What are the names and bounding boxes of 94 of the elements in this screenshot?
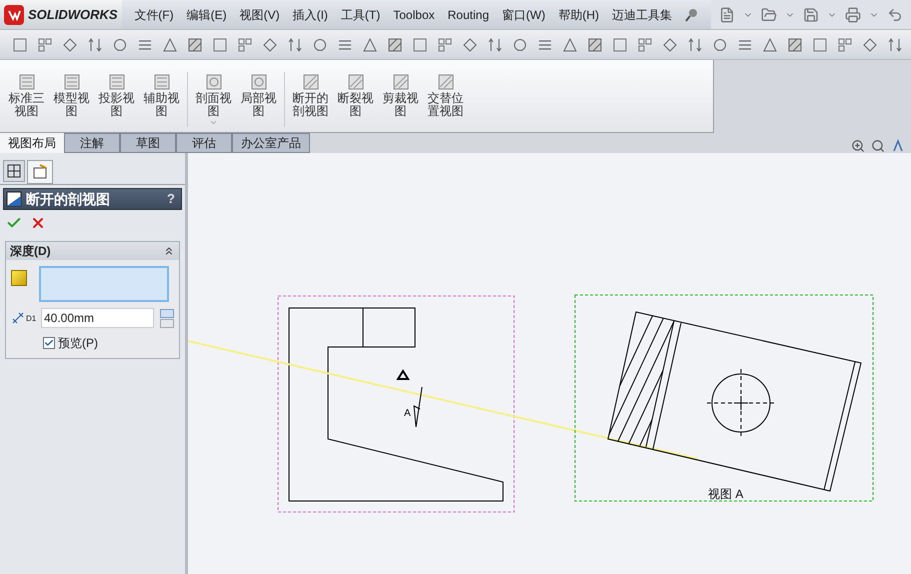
property-tab[interactable]	[27, 160, 53, 184]
command-button[interactable]: 断裂视图	[333, 72, 378, 118]
cube-icon	[11, 270, 27, 286]
menu-item[interactable]: 插入(I)	[292, 6, 328, 24]
logo-text: SOLIDWORKS	[28, 6, 118, 24]
menu-item[interactable]: 文件(F)	[134, 6, 174, 24]
view-icon	[204, 72, 224, 92]
section-marker-icon	[396, 369, 410, 380]
view-icon	[436, 72, 456, 92]
toolbar-icon[interactable]	[562, 36, 578, 52]
toolbar-icon[interactable]	[237, 36, 253, 52]
menu-item[interactable]: Routing	[448, 6, 489, 24]
command-button[interactable]: 断开的剖视图	[288, 72, 333, 118]
menu-item[interactable]: 工具(T)	[340, 6, 380, 24]
printer-icon[interactable]	[845, 6, 861, 22]
toolbar-icon[interactable]	[662, 36, 678, 52]
toolbar-icon[interactable]	[262, 36, 278, 52]
tab[interactable]: 注解	[64, 133, 120, 153]
view-icon	[106, 72, 126, 92]
tree-icon	[7, 164, 21, 178]
feature-tree-tab[interactable]	[3, 160, 25, 182]
toolbar-icon[interactable]	[212, 36, 228, 52]
menu-item[interactable]: 迈迪工具集	[612, 6, 672, 24]
menu-item[interactable]: 视图(V)	[240, 6, 280, 24]
toolbar-icon[interactable]	[862, 36, 878, 52]
command-button[interactable]: 辅助视图	[139, 72, 184, 118]
help-button[interactable]: ?	[167, 189, 179, 209]
toolbar-icon[interactable]	[687, 36, 703, 52]
group-header[interactable]: 深度(D)	[6, 242, 179, 260]
toolbar-icon[interactable]	[637, 36, 653, 52]
toolbar-icon[interactable]	[462, 36, 478, 52]
menu-item[interactable]: 窗口(W)	[502, 6, 546, 24]
view-icon	[346, 72, 366, 92]
view-icon	[16, 72, 36, 92]
command-button[interactable]: 模型视图	[49, 72, 94, 118]
preview-checkbox[interactable]	[43, 337, 55, 349]
toolbar-icon[interactable]	[712, 36, 728, 52]
view-icon	[62, 72, 82, 92]
group-title: 深度(D)	[10, 243, 51, 260]
zoom-in-icon[interactable]	[851, 139, 865, 153]
checkbox-label: 预览(P)	[58, 335, 98, 352]
command-button[interactable]: 投影视图	[94, 72, 139, 118]
toolbar-icon[interactable]	[12, 36, 28, 52]
toolbar-icon[interactable]	[612, 36, 628, 52]
toolbar-icon[interactable]	[37, 36, 53, 52]
tab[interactable]: 办公室产品	[232, 133, 310, 153]
section-view-icon	[6, 191, 22, 207]
view-label: 视图 A	[708, 487, 744, 501]
menu-item[interactable]: 帮助(H)	[558, 6, 599, 24]
view-icon	[152, 72, 172, 92]
command-button[interactable]: 剪裁视图	[378, 72, 423, 118]
view-icon	[300, 72, 320, 92]
view-icon	[390, 72, 410, 92]
toolbar-icon[interactable]	[87, 36, 103, 52]
toolbar-icon[interactable]	[587, 36, 603, 52]
toolbar-icon[interactable]	[762, 36, 778, 52]
toolbar-icon[interactable]	[112, 36, 128, 52]
toolbar-icon[interactable]	[62, 36, 78, 52]
command-button[interactable]: 标准三视图	[4, 72, 49, 118]
tab[interactable]: 草图	[120, 133, 176, 153]
toolbar-icon[interactable]	[412, 36, 428, 52]
section-label: A	[404, 408, 411, 419]
toolbar-icon[interactable]	[387, 36, 403, 52]
command-button[interactable]: 局部视图	[236, 72, 281, 118]
toolbar-icon[interactable]	[512, 36, 528, 52]
undo-icon[interactable]	[887, 6, 903, 22]
depth-input[interactable]: 40.00mm	[41, 308, 154, 328]
command-button[interactable]: 交替位置视图	[423, 72, 468, 118]
tab[interactable]: 视图布局	[0, 133, 64, 153]
logo-icon	[4, 4, 24, 24]
toolbar-icon[interactable]	[887, 36, 903, 52]
menu-item[interactable]: Toolbox	[393, 6, 435, 24]
toolbar-icon[interactable]	[287, 36, 303, 52]
open-folder-icon[interactable]	[761, 6, 777, 22]
cancel-icon[interactable]	[30, 215, 46, 231]
toolbar-icon[interactable]	[362, 36, 378, 52]
toolbar-icon[interactable]	[787, 36, 803, 52]
toolbar-icon[interactable]	[162, 36, 178, 52]
toolbar-icon[interactable]	[487, 36, 503, 52]
toolbar-icon[interactable]	[312, 36, 328, 52]
zoom-area-icon[interactable]	[871, 139, 885, 153]
collapse-icon[interactable]	[163, 245, 175, 257]
save-icon[interactable]	[803, 6, 819, 22]
panel-title: 断开的剖视图	[26, 190, 111, 208]
toolbar-icon[interactable]	[437, 36, 453, 52]
tab[interactable]: 评估	[176, 133, 232, 153]
toolbar-icon[interactable]	[187, 36, 203, 52]
command-button[interactable]: 剖面视图	[191, 72, 236, 127]
toolbar-icon[interactable]	[812, 36, 828, 52]
menu-item[interactable]: 编辑(E)	[186, 6, 227, 24]
new-document-icon[interactable]	[719, 6, 735, 22]
toolbar-icon[interactable]	[837, 36, 853, 52]
property-sheet-icon	[32, 164, 48, 180]
view-icon	[248, 72, 268, 92]
